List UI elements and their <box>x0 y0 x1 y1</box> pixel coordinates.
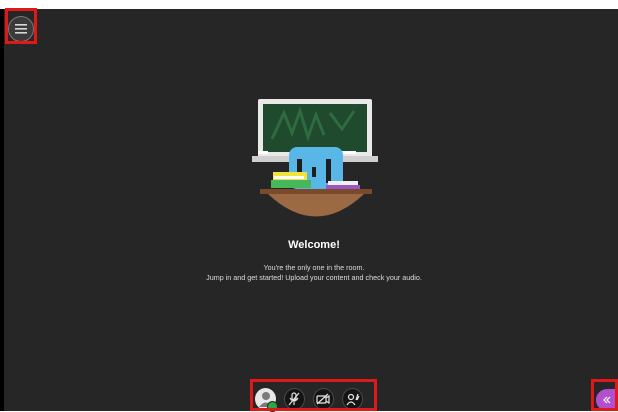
toolbar-highlight-box <box>250 379 377 411</box>
panel-toggle-highlight-box <box>591 379 618 411</box>
welcome-line-instructions: Jump in and get started! Upload your con… <box>206 273 422 282</box>
session-stage: Welcome! You're the only one in the room… <box>4 9 618 411</box>
classroom-illustration <box>252 99 378 217</box>
window: Welcome! You're the only one in the room… <box>0 0 618 412</box>
welcome-title: Welcome! <box>288 239 340 251</box>
menu-highlight-box <box>5 8 37 44</box>
welcome-line-alone: You're the only one in the room. <box>263 263 365 272</box>
welcome-message: Welcome! You're the only one in the room… <box>144 239 484 283</box>
